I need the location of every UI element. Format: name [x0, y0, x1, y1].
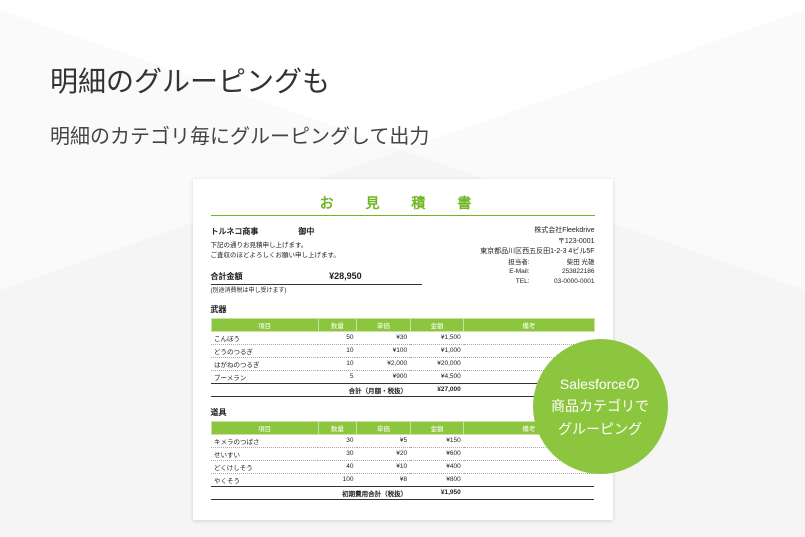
- table-row: はがねのつるぎ 10 ¥2,000 ¥20,000: [211, 357, 594, 370]
- tel-label: TEL:: [500, 277, 530, 287]
- client-name: トルネコ商事: [211, 226, 259, 237]
- th-item: 項目: [211, 421, 318, 434]
- client-suffix: 御中: [298, 226, 314, 237]
- table-row: キメラのつばさ 30 ¥5 ¥150: [211, 434, 594, 447]
- total-note: (別途消費税は申し受けます): [211, 285, 422, 294]
- th-qty: 数量: [318, 421, 356, 434]
- subtotal-row-2: 初期費用合計（税抜） ¥1,950: [211, 486, 594, 499]
- table-row: どくけしそう 40 ¥10 ¥400: [211, 460, 594, 473]
- company-address: 東京都品川区西五反田1-2-3 4ビル5F: [433, 247, 594, 258]
- badge-line-3: グルーピング: [551, 418, 649, 440]
- group-title-1: 武器: [211, 304, 595, 315]
- th-note: 備考: [464, 318, 594, 331]
- page-heading: 明細のグルーピングも: [50, 60, 755, 100]
- page-subheading: 明細のカテゴリ毎にグルーピングして出力: [50, 120, 755, 149]
- doc-title: お 見 積 書: [211, 193, 595, 216]
- tel-value: 03-0000-0001: [540, 277, 595, 287]
- th-amount: 金額: [410, 318, 464, 331]
- th-item: 項目: [211, 318, 318, 331]
- th-amount: 金額: [410, 421, 464, 434]
- th-qty: 数量: [318, 318, 356, 331]
- contact-label: 担当者:: [500, 258, 530, 268]
- table-row: ブーメラン 5 ¥900 ¥4,500: [211, 370, 594, 383]
- callout-badge: Salesforceの 商品カテゴリで グルーピング: [533, 339, 668, 474]
- items-table-2: 項目 数量 単価 金額 備考 キメラのつばさ 30 ¥5 ¥150: [211, 421, 595, 500]
- quotation-document: お 見 積 書 トルネコ商事 御中 下記の通りお見積申し上げます。 ご査収のほど…: [193, 179, 613, 520]
- badge-line-1: Salesforceの: [551, 373, 649, 395]
- intro-line-1: 下記の通りお見積申し上げます。: [211, 241, 422, 251]
- company-name: 株式会社Fleekdrive: [433, 226, 594, 237]
- contact-name: 柴田 光雄: [540, 258, 595, 268]
- total-label: 合計金額: [211, 271, 243, 282]
- table-row: こんぼう 50 ¥30 ¥1,500: [211, 331, 594, 344]
- total-amount: ¥28,950: [329, 271, 362, 281]
- table-row: せいすい 30 ¥20 ¥600: [211, 447, 594, 460]
- table-row: どうのつるぎ 10 ¥100 ¥1,000: [211, 344, 594, 357]
- badge-line-2: 商品カテゴリで: [551, 395, 649, 417]
- intro-line-2: ご査収のほどよろしくお願い申し上げます。: [211, 251, 422, 261]
- table-row: やくそう 100 ¥8 ¥800: [211, 473, 594, 486]
- th-unit: 単価: [357, 421, 411, 434]
- email-value: 253822186: [540, 267, 595, 277]
- th-unit: 単価: [357, 318, 411, 331]
- company-zip: 〒123-0001: [433, 237, 594, 248]
- email-label: E-Mail:: [500, 267, 530, 277]
